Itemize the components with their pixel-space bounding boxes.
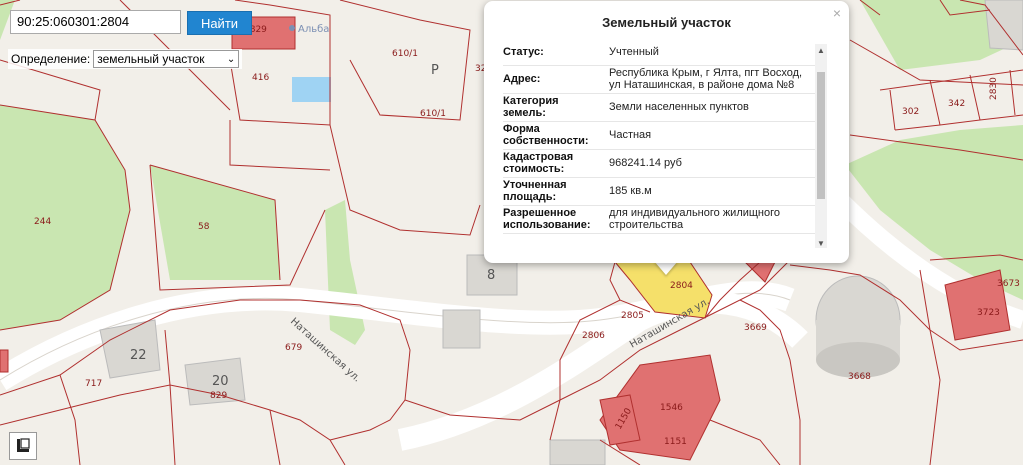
info-key: Разрешенное использование:: [503, 207, 591, 231]
house-number: 22: [130, 348, 147, 363]
popup-scrollbar[interactable]: ▲ ▼: [815, 44, 827, 248]
parcel-label: 717: [85, 379, 102, 389]
parcel-label: 610/1: [392, 49, 418, 59]
info-key: Уточненная площадь:: [503, 179, 567, 203]
popup-info-table: Статус: Учтенный Адрес: Республика Крым,…: [503, 41, 818, 249]
definition-selected: земельный участок: [97, 52, 205, 66]
chevron-down-icon: ⌄: [226, 53, 236, 65]
definition-select[interactable]: земельный участок ⌄: [93, 50, 240, 68]
parcel-label: 3723: [977, 308, 1000, 318]
house-number: Р: [431, 63, 439, 78]
info-value: Республика Крым, г Ялта, пгт Восход, ул Н…: [609, 67, 803, 91]
info-row-permitted-use: Разрешенное использование: для индивидуал…: [503, 206, 818, 234]
info-key: Категория земель:: [503, 95, 559, 119]
parcel-label: 1546: [660, 403, 683, 413]
info-row-cadastral-value: Кадастровая стоимость: 968241.14 руб: [503, 150, 818, 178]
parcel-label: 302: [902, 107, 919, 117]
layers-button[interactable]: [9, 432, 37, 460]
info-value: Земли населенных пунктов: [609, 101, 749, 113]
info-value: 185 кв.м: [609, 185, 652, 197]
parcel-label: 829: [210, 391, 227, 401]
definition-label: Определение:: [11, 52, 91, 66]
info-row-ownership: Форма собственности: Частная: [503, 122, 818, 150]
parcel-label: 58: [198, 222, 210, 232]
scroll-up-icon[interactable]: ▲: [815, 46, 827, 55]
popup-pointer: [654, 261, 678, 275]
parcel-info-popup: × Земельный участок Статус: Учтенный Адр…: [484, 1, 849, 263]
info-value: для индивидуального жилищного строительст…: [609, 207, 781, 231]
parcel-label: 2804: [670, 281, 693, 291]
scrollbar-thumb[interactable]: [817, 72, 825, 199]
info-row-area: Уточненная площадь: 185 кв.м: [503, 178, 818, 206]
layers-icon: [17, 438, 30, 452]
popup-title: Земельный участок: [602, 15, 731, 30]
scroll-down-icon[interactable]: ▼: [815, 239, 827, 248]
parcel-label: 1151: [664, 437, 687, 447]
info-row-category: Категория земель: Земли населенных пункто…: [503, 94, 818, 122]
parcel-label: 2806: [582, 331, 605, 341]
parcel-label: 342: [948, 99, 965, 109]
house-number: 8: [487, 268, 495, 283]
find-button[interactable]: Найти: [187, 11, 252, 35]
parcel-label: 3673: [997, 279, 1020, 289]
definition-row: Определение: земельный участок ⌄: [8, 49, 243, 69]
parcel-label: 679: [285, 343, 302, 353]
search-input-value: 90:25:060301:2804: [17, 14, 130, 29]
house-number: 20: [212, 374, 229, 389]
poi-label: Альба: [298, 24, 329, 35]
parcel-label: 2805: [621, 311, 644, 321]
info-row-address: Адрес: Республика Крым, г Ялта, пгт Восх…: [503, 66, 818, 94]
info-value: 968241.14 руб: [609, 157, 682, 169]
parcel-label: 416: [252, 73, 269, 83]
info-value: Учтенный: [609, 46, 659, 58]
info-row-status: Статус: Учтенный: [503, 41, 818, 66]
info-key: Форма собственности:: [503, 123, 589, 147]
info-value: Частная: [609, 129, 652, 141]
parcel-label: 3668: [848, 372, 871, 382]
cadastral-number-input[interactable]: 90:25:060301:2804: [10, 10, 181, 34]
info-key: Кадастровая стоимость:: [503, 151, 574, 175]
parcel-label: 2830: [989, 77, 999, 100]
info-key: Статус:: [503, 46, 544, 58]
parcel-label: 3669: [744, 323, 767, 333]
parcel-label: 610/1: [420, 109, 446, 119]
info-key: Адрес:: [503, 73, 541, 85]
parcel-label: 244: [34, 217, 51, 227]
